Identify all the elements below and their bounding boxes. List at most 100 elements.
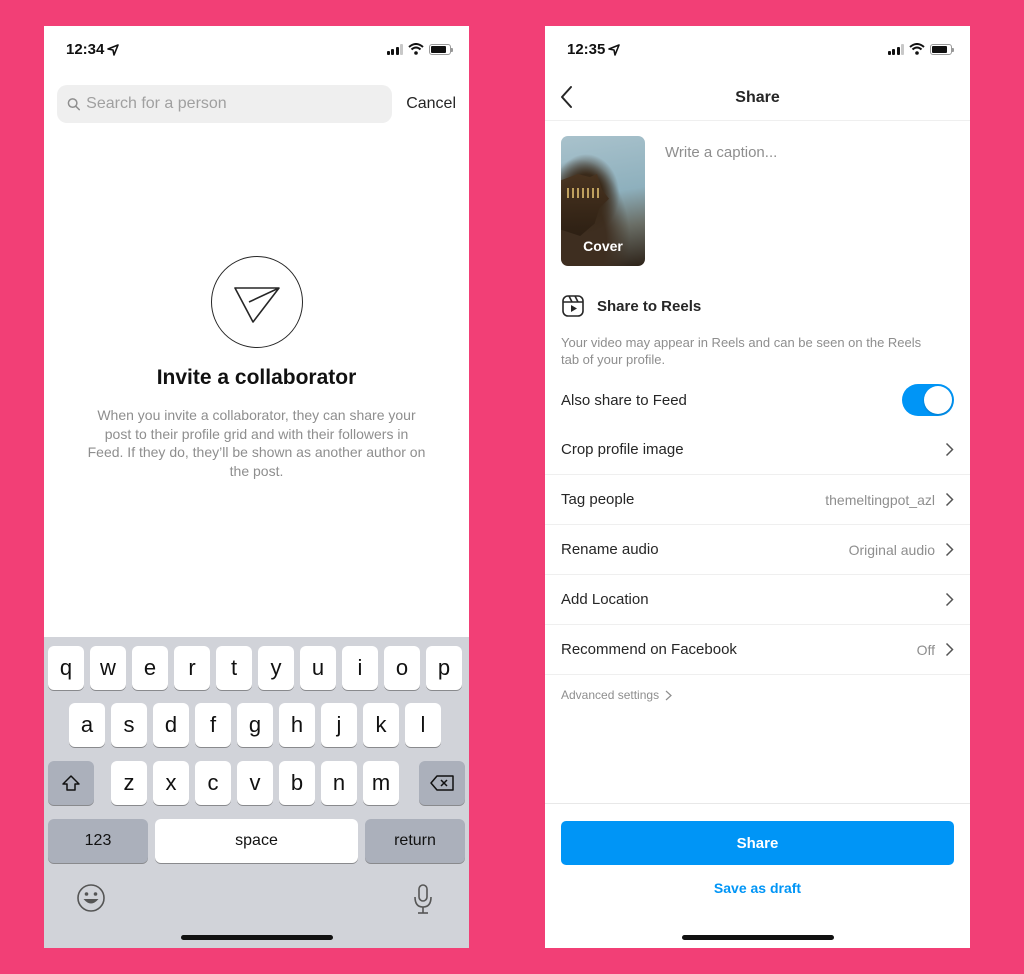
key-p[interactable]: p bbox=[426, 646, 462, 690]
empty-state: Invite a collaborator When you invite a … bbox=[44, 256, 469, 480]
setting-row-add-location[interactable]: Add Location bbox=[545, 575, 970, 625]
share-to-reels-title: Share to Reels bbox=[597, 297, 702, 315]
setting-right: Original audio bbox=[849, 542, 954, 558]
send-icon-circle bbox=[210, 256, 303, 348]
setting-label: Add Location bbox=[561, 591, 649, 608]
setting-right bbox=[935, 592, 954, 607]
search-input[interactable] bbox=[86, 95, 393, 113]
emoji-icon[interactable] bbox=[76, 883, 106, 913]
key-v[interactable]: v bbox=[237, 761, 273, 805]
key-u[interactable]: u bbox=[300, 646, 336, 690]
home-indicator bbox=[180, 935, 333, 940]
key-s[interactable]: s bbox=[111, 703, 147, 747]
delete-key[interactable] bbox=[419, 761, 465, 805]
time-text: 12:35 bbox=[567, 41, 606, 58]
setting-label: Rename audio bbox=[561, 541, 659, 558]
key-m[interactable]: m bbox=[363, 761, 399, 805]
time-text: 12:34 bbox=[66, 41, 105, 58]
setting-row-rename-audio[interactable]: Rename audio Original audio bbox=[545, 525, 970, 575]
setting-right: themeltingpot_azl bbox=[825, 492, 954, 508]
chevron-right-icon bbox=[945, 442, 954, 457]
key-w[interactable]: w bbox=[90, 646, 126, 690]
empty-state-title: Invite a collaborator bbox=[156, 366, 357, 389]
key-t[interactable]: t bbox=[216, 646, 252, 690]
also-share-feed-toggle[interactable] bbox=[902, 384, 954, 416]
key-c[interactable]: c bbox=[195, 761, 231, 805]
share-to-reels-description: Your video may appear in Reels and can b… bbox=[561, 335, 922, 367]
key-r[interactable]: r bbox=[174, 646, 210, 690]
setting-row-tag-people[interactable]: Tag people themeltingpot_azl bbox=[545, 475, 970, 525]
key-j[interactable]: j bbox=[321, 703, 357, 747]
key-a[interactable]: a bbox=[69, 703, 105, 747]
share-to-reels-header: Share to Reels bbox=[561, 294, 701, 318]
toggle-knob bbox=[924, 386, 952, 414]
search-row: Cancel bbox=[57, 85, 456, 123]
cover-thumbnail[interactable]: Cover bbox=[561, 136, 645, 266]
key-h[interactable]: h bbox=[279, 703, 315, 747]
footer-divider bbox=[545, 803, 970, 804]
back-chevron-icon[interactable] bbox=[559, 84, 575, 110]
share-button[interactable]: Share bbox=[561, 821, 954, 865]
return-key[interactable]: return bbox=[365, 819, 465, 863]
battery-icon bbox=[930, 43, 954, 55]
key-g[interactable]: g bbox=[237, 703, 273, 747]
key-f[interactable]: f bbox=[195, 703, 231, 747]
key-z[interactable]: z bbox=[111, 761, 147, 805]
home-indicator bbox=[681, 935, 834, 940]
page-title: Share bbox=[735, 89, 780, 106]
setting-row-recommend-on-facebook[interactable]: Recommend on Facebook Off bbox=[545, 625, 970, 675]
keyboard: qwertyuiop asdfghjkl zxcvbnm 123 space r… bbox=[44, 637, 469, 948]
setting-value: Original audio bbox=[848, 541, 935, 558]
setting-label: Tag people bbox=[561, 491, 635, 508]
status-bar: 12:34 bbox=[44, 26, 469, 76]
wifi-icon bbox=[408, 43, 424, 55]
reels-icon bbox=[562, 295, 584, 317]
status-time: 12:34 bbox=[66, 41, 120, 58]
chevron-right-icon bbox=[945, 492, 954, 507]
status-icons bbox=[386, 43, 453, 55]
cover-image-cliff bbox=[561, 174, 609, 236]
cancel-button[interactable]: Cancel bbox=[406, 95, 456, 113]
keyboard-row-4: 123 space return bbox=[44, 819, 469, 863]
shift-key[interactable] bbox=[48, 761, 94, 805]
key-l[interactable]: l bbox=[405, 703, 441, 747]
invite-collaborator-screen: 12:34 Cancel Invite a collaborator When … bbox=[44, 26, 469, 948]
chevron-right-icon bbox=[945, 592, 954, 607]
cellular-signal-icon bbox=[386, 43, 403, 55]
space-key[interactable]: space bbox=[155, 819, 358, 863]
empty-state-description: When you invite a collaborator, they can… bbox=[87, 407, 426, 479]
setting-right bbox=[935, 442, 954, 457]
cover-image-lights bbox=[567, 188, 601, 198]
key-o[interactable]: o bbox=[384, 646, 420, 690]
chevron-right-icon bbox=[945, 642, 954, 657]
share-screen: 12:35 Share Cover Share to Reels Your vi… bbox=[545, 26, 970, 948]
key-x[interactable]: x bbox=[153, 761, 189, 805]
setting-row-crop-profile-image[interactable]: Crop profile image bbox=[545, 425, 970, 475]
key-n[interactable]: n bbox=[321, 761, 357, 805]
key-d[interactable]: d bbox=[153, 703, 189, 747]
status-time: 12:35 bbox=[567, 41, 621, 58]
status-icons bbox=[887, 43, 954, 55]
key-e[interactable]: e bbox=[132, 646, 168, 690]
setting-label: Crop profile image bbox=[561, 441, 684, 458]
caption-input[interactable] bbox=[665, 144, 954, 254]
numbers-key[interactable]: 123 bbox=[48, 819, 148, 863]
key-q[interactable]: q bbox=[48, 646, 84, 690]
search-box[interactable] bbox=[57, 85, 393, 123]
key-y[interactable]: y bbox=[258, 646, 294, 690]
key-i[interactable]: i bbox=[342, 646, 378, 690]
cellular-signal-icon bbox=[887, 43, 904, 55]
also-share-feed-row: Also share to Feed bbox=[561, 381, 954, 419]
location-arrow-icon bbox=[608, 43, 621, 56]
search-icon bbox=[67, 98, 80, 111]
chevron-right-icon bbox=[945, 542, 954, 557]
save-as-draft-button[interactable]: Save as draft bbox=[545, 880, 970, 896]
location-arrow-icon bbox=[107, 43, 120, 56]
key-b[interactable]: b bbox=[279, 761, 315, 805]
advanced-settings-link[interactable]: Advanced settings bbox=[561, 688, 672, 702]
setting-value: Off bbox=[916, 641, 935, 658]
microphone-icon[interactable] bbox=[412, 883, 434, 915]
backspace-icon bbox=[430, 775, 454, 791]
key-k[interactable]: k bbox=[363, 703, 399, 747]
chevron-right-icon bbox=[665, 690, 672, 700]
